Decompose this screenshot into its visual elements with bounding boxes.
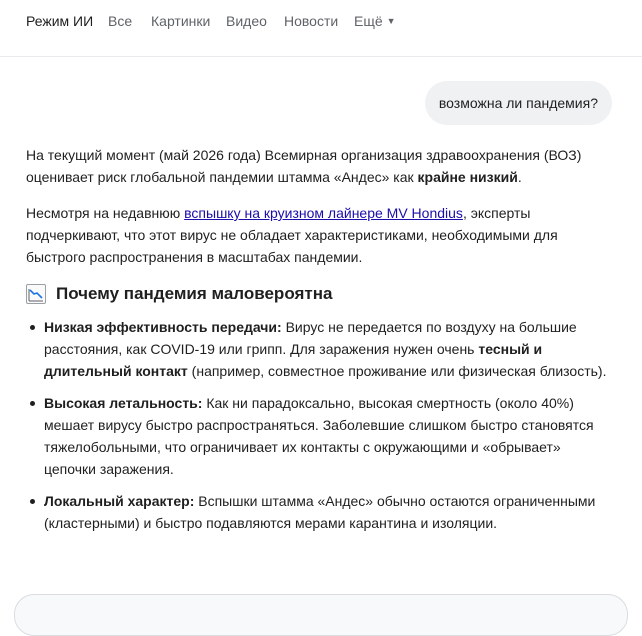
chart-decreasing-icon	[26, 284, 46, 304]
tab-news[interactable]: Новости	[284, 13, 338, 29]
list-item: Низкая эффективность передачи: Вирус не …	[30, 316, 612, 382]
caret-down-icon: ▼	[386, 16, 396, 26]
ai-answer: На текущий момент (май 2026 года) Всемир…	[26, 144, 612, 544]
list-item: Локальный характер: Вспышки штамма «Анде…	[30, 490, 612, 534]
section-heading-text: Почему пандемия маловероятна	[56, 284, 333, 303]
user-query-bubble: возможна ли пандемия?	[424, 81, 612, 125]
answer-paragraph-2: Несмотря на недавнюю вспышку на круизном…	[26, 202, 612, 268]
section-heading: Почему пандемия маловероятна	[26, 282, 612, 306]
p2-before: Несмотря на недавнюю	[26, 205, 185, 221]
reason-end: (например, совместное проживание или физ…	[187, 363, 607, 379]
tab-images[interactable]: Картинки	[151, 13, 210, 29]
reason-title: Высокая летальность:	[44, 395, 203, 411]
tab-ai-mode[interactable]: Режим ИИ	[26, 13, 93, 29]
tab-more[interactable]: Ещё ▼	[354, 13, 396, 29]
tab-all[interactable]: Все	[108, 13, 132, 29]
reason-title: Локальный характер:	[44, 493, 195, 509]
reasons-list: Низкая эффективность передачи: Вирус не …	[26, 316, 612, 534]
source-link[interactable]: вспышку на круизном лайнере MV Hondius	[184, 205, 463, 221]
search-tabs-bar: Режим ИИ Все Картинки Видео Новости Ещё ▼	[0, 0, 642, 57]
list-item: Высокая летальность: Как ни парадоксальн…	[30, 392, 612, 480]
follow-up-input[interactable]	[14, 594, 628, 636]
tab-more-label: Ещё	[354, 13, 383, 29]
tab-videos[interactable]: Видео	[226, 13, 267, 29]
tab-news-label: Новости	[284, 13, 339, 29]
p1-bold: крайне низкий	[417, 169, 518, 185]
answer-paragraph-1: На текущий момент (май 2026 года) Всемир…	[26, 144, 612, 188]
reason-title: Низкая эффективность передачи:	[44, 319, 282, 335]
p1-end: .	[517, 169, 522, 185]
